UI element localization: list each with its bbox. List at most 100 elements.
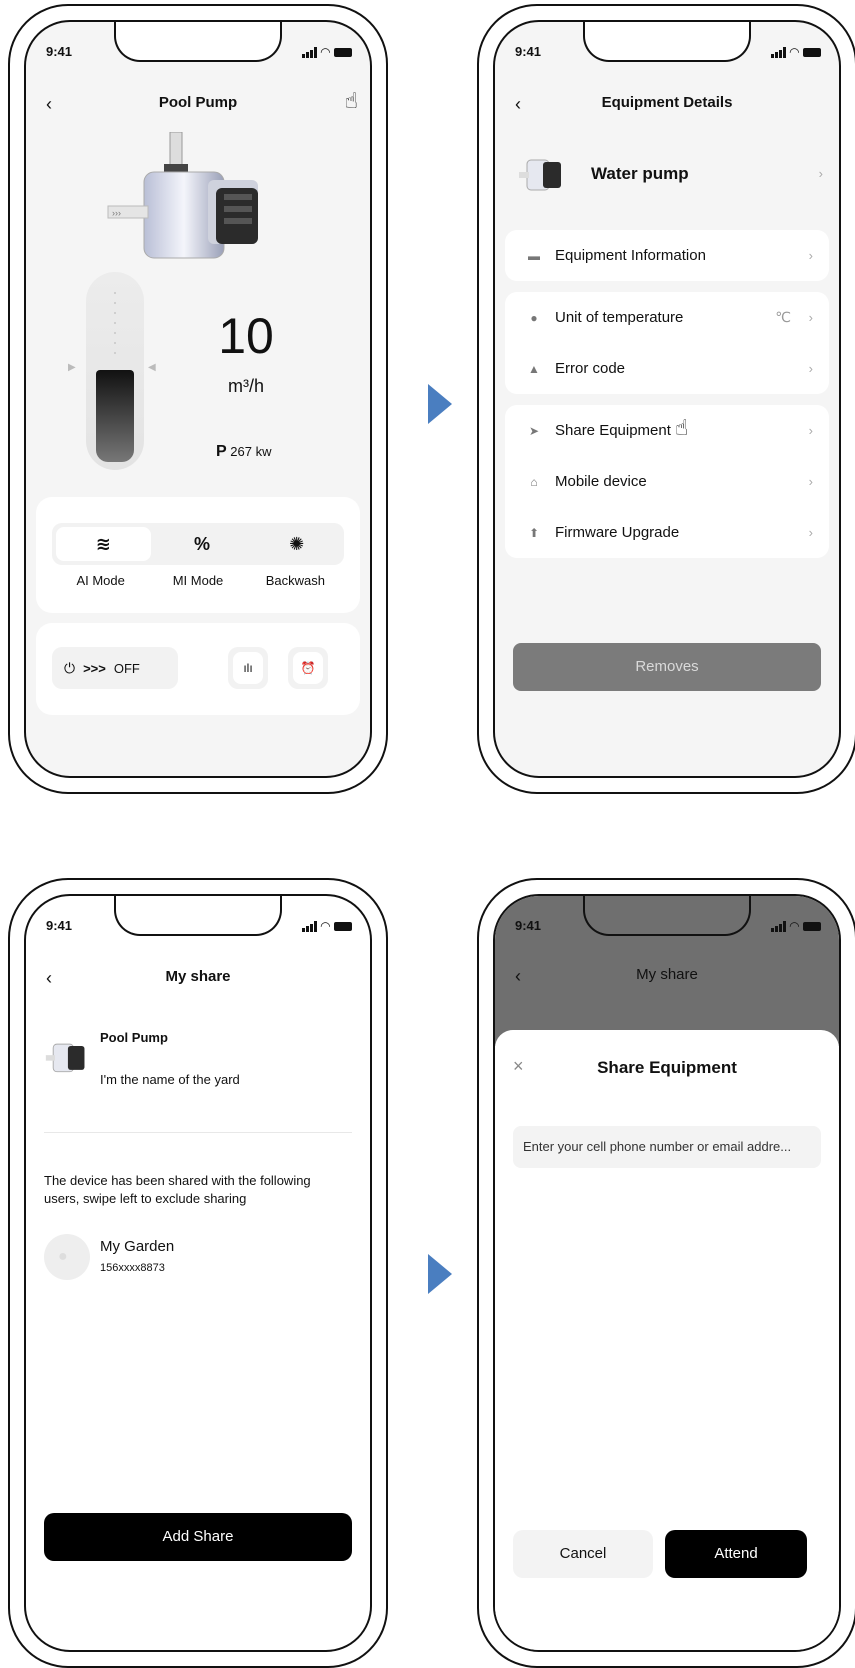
share-sheet: × Share Equipment Enter your cell phone … [495,1030,839,1650]
device-name: Water pump [591,164,689,183]
divider [44,1132,352,1133]
power-icon: ⏻ [64,659,76,676]
mode-mi-button[interactable]: % [155,523,250,565]
status-time: 9:41 [515,918,542,933]
chevron-right-icon: › [808,525,813,540]
signal-icon [301,46,317,58]
page-title: Pool Pump [158,94,238,111]
remove-button[interactable]: Removes [513,643,821,691]
avatar: ● [44,1234,90,1280]
mode-ai-button[interactable]: ≋ [56,527,151,561]
cancel-button[interactable]: Cancel [513,1530,653,1578]
row-error-code[interactable]: ▲ Error code › [505,343,829,394]
sheet-title: Share Equipment [597,1058,737,1077]
screen-equipment-details: 9:41 ◠ ‹ Equipment Details Water pump › … [493,20,841,778]
svg-text:›››: ››› [112,208,121,218]
pump-thumbnail [519,159,561,191]
slider-right-marker: ◀ [148,362,156,373]
statistics-button[interactable]: ılı [228,647,268,689]
phone-share-equipment: 9:41 ◠ ‹ My share × Share Equipment Ente… [477,878,855,1668]
settings-card: ● Unit of temperature ℃ › ▲ Error code › [505,292,829,394]
screen-pool-pump: 9:41 ◠ ‹ Pool Pump ☝ ››› ▶ ◀ 10 m³/h P 2… [24,20,372,778]
notch [583,896,751,936]
flow-slider[interactable] [86,272,144,470]
nav-bar: ‹ My share [495,966,839,990]
power-value: 267 kw [230,444,272,459]
flow-value: 10 [218,308,274,364]
power-readout: P 267 kw [216,443,272,461]
signal-icon [301,920,317,932]
send-icon: ➤ [528,423,540,438]
wifi-icon: ◠ [789,919,799,933]
back-button[interactable]: ‹ [46,94,52,115]
page-title: My share [165,968,231,985]
fan-icon: ✺ [289,533,305,554]
flow-arrow-icon [428,1254,452,1294]
pump-image: ››› [107,132,258,259]
row-label: Unit of temperature [555,309,684,326]
row-unit-of-temperature[interactable]: ● Unit of temperature ℃ › [505,292,829,343]
mode-ai-label: AI Mode [76,573,125,588]
wifi-icon: ◠ [320,919,330,933]
wifi-icon: ◠ [789,45,799,59]
user-icon: ● [58,1248,68,1265]
battery-icon [334,921,352,931]
hand-pointer-icon: ☝ [344,88,358,113]
device-card: ➤ Share Equipment ☝ › ⌂ Mobile device › ⬆ Firm… [505,405,829,558]
flow-arrow-icon [428,384,452,424]
device-name: Pool Pump [100,1030,168,1045]
power-toggle[interactable]: ⏻ >>> OFF [52,647,178,689]
add-share-button[interactable]: Add Share [44,1513,352,1561]
chevron-right-icon: › [808,423,813,438]
attend-button[interactable]: Attend [665,1530,807,1578]
temperature-unit-value: ℃ [775,309,791,325]
device-header[interactable]: Water pump › [495,152,839,196]
pump-thumbnail [45,1043,85,1073]
status-time: 9:41 [46,44,73,59]
user-name: My Garden [100,1238,175,1255]
slider-left-marker: ▶ [68,362,76,373]
mode-card: ≋ % ✺ AI Mode MI Mode Backwash [36,497,360,613]
user-phone: 156xxxx8873 [100,1262,165,1274]
mode-selector: ≋ % ✺ [52,523,344,565]
back-button[interactable]: ‹ [46,968,52,989]
screen-share-equipment: 9:41 ◠ ‹ My share × Share Equipment Ente… [493,894,841,1652]
screen-my-share: 9:41 ◠ ‹ My share Pool Pump I'm the name… [24,894,372,1652]
alarm-clock-icon: ⏰ [293,652,323,684]
mode-backwash-button[interactable]: ✺ [249,523,344,565]
row-equipment-information[interactable]: ▬ Equipment Information › [505,230,829,281]
percent-icon: % [194,533,211,554]
row-label: Share Equipment [555,422,671,439]
contact-input[interactable]: Enter your cell phone number or email ad… [513,1126,821,1168]
power-state-label: OFF [113,660,140,676]
battery-icon [803,921,821,931]
phone-pool-pump: 9:41 ◠ ‹ Pool Pump ☝ ››› ▶ ◀ 10 m³/h P 2… [8,4,388,794]
row-firmware-upgrade[interactable]: ⬆ Firmware Upgrade › [505,507,829,558]
row-label: Firmware Upgrade [555,524,680,541]
nav-bar: ‹ My share [26,968,370,992]
temperature-icon: ● [530,310,538,325]
battery-icon [803,47,821,57]
wifi-icon: ◠ [320,45,330,59]
back-button[interactable]: ‹ [515,94,521,115]
row-share-equipment[interactable]: ➤ Share Equipment ☝ › [505,405,829,456]
timer-button[interactable]: ⏰ [288,647,328,689]
control-card: ⏻ >>> OFF ılı ⏰ [36,623,360,715]
flow-slider-fill [96,370,134,462]
shared-user-row[interactable]: ● My Garden 156xxxx8873 [44,1234,352,1284]
mode-mi-label: MI Mode [172,573,224,588]
upgrade-icon: ⬆ [528,525,540,540]
flow-unit: m³/h [228,376,264,396]
chevron-right-icon: › [808,310,813,325]
back-button[interactable]: ‹ [515,966,521,987]
hand-pointer-icon: ☝ [675,415,689,440]
notch [114,22,282,62]
share-info-text: The device has been shared with the foll… [44,1173,311,1206]
row-mobile-device[interactable]: ⌂ Mobile device › [505,456,829,507]
phone-equipment-details: 9:41 ◠ ‹ Equipment Details Water pump › … [477,4,855,794]
chevron-right-icon: › [808,248,813,263]
phone-my-share: 9:41 ◠ ‹ My share Pool Pump I'm the name… [8,878,388,1668]
speed-arrows: >>> [83,660,106,676]
info-card: ▬ Equipment Information › [505,230,829,281]
status-time: 9:41 [46,918,73,933]
